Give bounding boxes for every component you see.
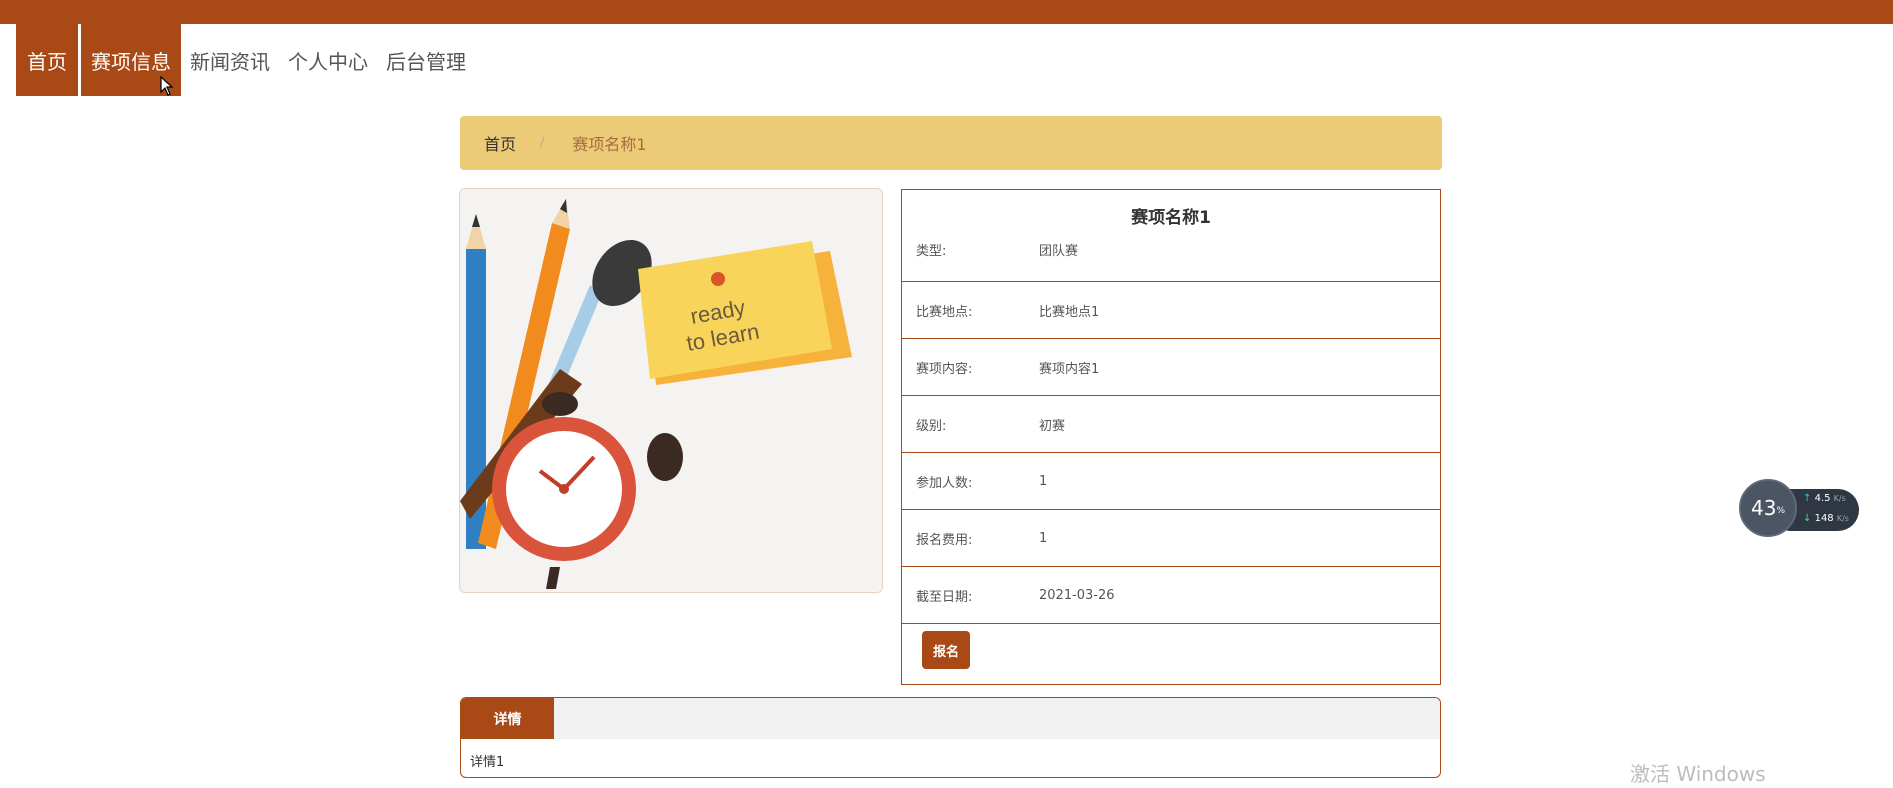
download-arrow-icon: ↓ — [1803, 513, 1812, 524]
main-nav: 首页 赛项信息 新闻资讯 个人中心 后台管理 — [16, 24, 475, 96]
field-label: 比赛地点: — [916, 304, 973, 320]
top-accent-bar — [0, 0, 1893, 24]
upload-arrow-icon: ↑ — [1803, 493, 1812, 504]
nav-item-personal-center[interactable]: 个人中心 — [279, 24, 377, 96]
usage-gauge: 43% — [1739, 479, 1797, 537]
mouse-cursor-icon — [160, 76, 174, 96]
info-row-location: 比赛地点: 比赛地点1 — [902, 282, 1440, 339]
breadcrumb-separator: / — [540, 135, 545, 151]
upload-unit: K/s — [1833, 494, 1846, 503]
field-label: 类型: — [916, 244, 947, 259]
field-label: 级别: — [916, 418, 947, 434]
details-tab-bar: 详情 — [461, 698, 1440, 739]
breadcrumb-home-link[interactable]: 首页 — [484, 131, 516, 155]
info-row-deadline: 截至日期: 2021-03-26 — [902, 567, 1440, 624]
tab-details[interactable]: 详情 — [461, 698, 554, 739]
windows-activation-watermark: 激活 Windows — [1630, 762, 1766, 786]
network-monitor-widget[interactable]: 43% ↑ 4.5 K/s ↓ 148 K/s — [1739, 479, 1861, 539]
field-label: 报名费用: — [916, 532, 973, 548]
download-speed: ↓ 148 K/s — [1803, 513, 1849, 524]
nav-item-admin[interactable]: 后台管理 — [377, 24, 475, 96]
nav-item-home[interactable]: 首页 — [16, 24, 78, 96]
info-row-type: 类型: 团队赛 — [902, 240, 1440, 282]
field-value: 初赛 — [1039, 418, 1066, 434]
breadcrumb-current: 赛项名称1 — [572, 135, 647, 154]
field-value: 团队赛 — [1039, 244, 1079, 259]
signup-button[interactable]: 报名 — [922, 631, 970, 669]
field-label: 赛项内容: — [916, 361, 973, 377]
usage-percent: 43 — [1750, 496, 1777, 520]
info-row-fee: 报名费用: 1 — [902, 510, 1440, 567]
field-value: 1 — [1039, 530, 1048, 546]
field-value: 2021-03-26 — [1039, 587, 1115, 603]
field-value: 比赛地点1 — [1039, 304, 1100, 320]
field-label: 参加人数: — [916, 475, 973, 491]
breadcrumb: 首页 / 赛项名称1 — [460, 116, 1442, 170]
download-value: 148 — [1814, 513, 1834, 524]
upload-speed: ↑ 4.5 K/s — [1803, 493, 1846, 504]
match-title: 赛项名称1 — [1131, 207, 1211, 228]
match-info-card: 赛项名称1 类型: 团队赛 比赛地点: 比赛地点1 赛项内容: 赛项内容1 级别… — [901, 189, 1441, 685]
nav-item-news[interactable]: 新闻资讯 — [181, 24, 279, 96]
match-cover-image: ready to learn — [459, 188, 883, 593]
info-row-participants: 参加人数: 1 — [902, 453, 1440, 510]
info-actions: 报名 — [902, 624, 1440, 676]
info-row-content: 赛项内容: 赛项内容1 — [902, 339, 1440, 396]
details-content: 详情1 — [470, 755, 505, 770]
field-value: 赛项内容1 — [1039, 361, 1100, 377]
info-row-level: 级别: 初赛 — [902, 396, 1440, 453]
field-value: 1 — [1039, 473, 1048, 489]
upload-value: 4.5 — [1814, 493, 1831, 504]
field-label: 截至日期: — [916, 589, 973, 605]
usage-percent-unit: % — [1776, 506, 1785, 516]
details-panel: 详情 详情1 — [460, 697, 1441, 778]
download-unit: K/s — [1836, 514, 1849, 523]
